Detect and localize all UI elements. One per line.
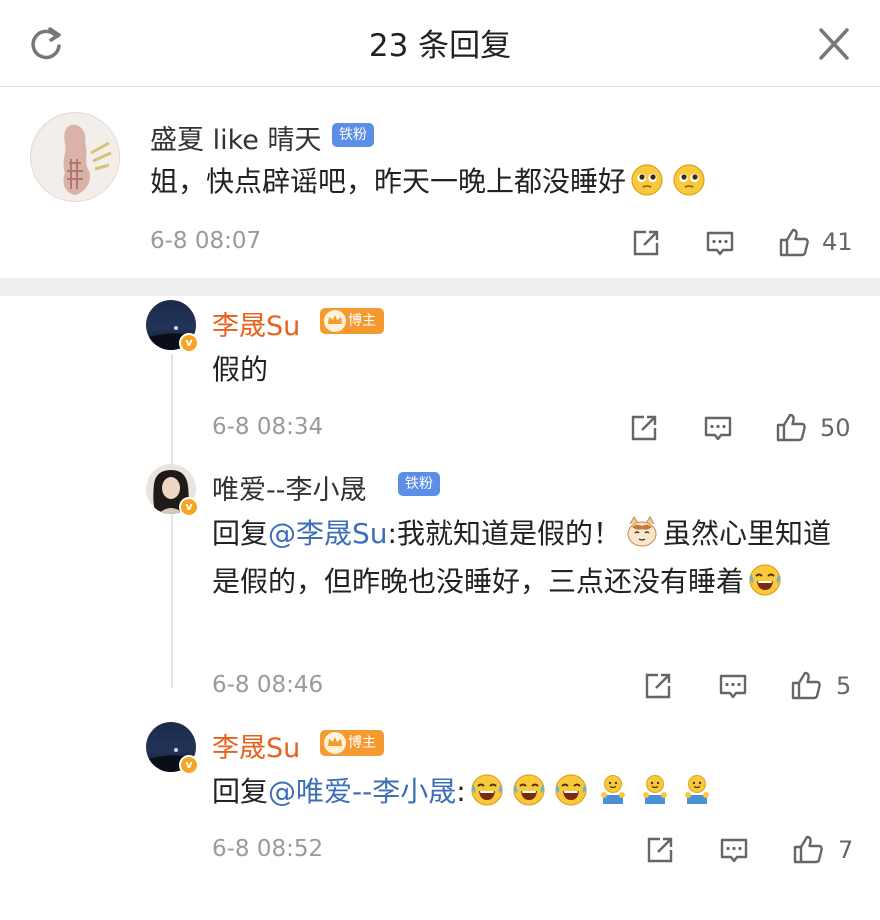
host-badge: 博主: [320, 308, 384, 334]
hug-emoji: [680, 773, 714, 807]
hug-emoji: [638, 773, 672, 807]
like-count: 5: [836, 672, 852, 700]
reply-text: 回复@李晟Su:我就知道是假的！ 虽然心里知道是假的，但昨晚也没睡好，三点还没有睡…: [212, 515, 831, 598]
mention-link[interactable]: @唯爱--李小晟: [268, 775, 456, 808]
comment-icon[interactable]: [718, 834, 750, 866]
share-icon[interactable]: [642, 670, 674, 702]
pray-emoji: [630, 163, 664, 197]
reply-prefix: 回复: [212, 775, 269, 808]
share-icon[interactable]: [630, 227, 662, 259]
avatar[interactable]: [30, 112, 120, 202]
thread-line: [171, 354, 173, 688]
timestamp: 6-8 08:34: [212, 414, 324, 440]
mention-link[interactable]: @李晟Su: [268, 517, 388, 550]
fan-badge: 铁粉: [398, 472, 440, 496]
timestamp: 6-8 08:52: [212, 836, 324, 862]
fan-badge: 铁粉: [332, 123, 374, 147]
like-count: 50: [820, 414, 851, 442]
like-icon[interactable]: [778, 226, 810, 258]
reply-text: 假的: [212, 353, 269, 386]
comment-icon[interactable]: [717, 670, 749, 702]
hug-emoji: [596, 773, 630, 807]
comment-text-body: 姐，快点辟谣吧，昨天一晚上都没睡好: [150, 165, 627, 198]
reply-author[interactable]: 唯爱--李小晟: [212, 468, 367, 507]
laugh-cry-emoji: [748, 563, 782, 597]
laugh-cry-emoji: [470, 773, 504, 807]
comment-author[interactable]: 盛夏 like 晴天: [150, 118, 321, 157]
comment-text: 姐，快点辟谣吧，昨天一晚上都没睡好: [150, 158, 850, 206]
like-icon[interactable]: [775, 411, 807, 443]
like-icon[interactable]: [790, 669, 822, 701]
like-count: 7: [838, 836, 854, 864]
verified-badge-icon: v: [179, 497, 199, 517]
laugh-cry-emoji: [554, 773, 588, 807]
timestamp: 6-8 08:46: [212, 672, 324, 698]
pray-emoji: [672, 163, 706, 197]
close-icon[interactable]: [812, 24, 856, 64]
reply-author[interactable]: 李晟Su: [212, 726, 300, 765]
host-badge: 博主: [320, 730, 384, 756]
cat-emoji: [625, 515, 659, 549]
reply-author[interactable]: 李晟Su: [212, 304, 300, 343]
comment-icon[interactable]: [702, 412, 734, 444]
laugh-cry-emoji: [512, 773, 546, 807]
timestamp: 6-8 08:07: [150, 228, 262, 254]
header: 23 条回复: [0, 0, 880, 87]
like-icon[interactable]: [792, 833, 824, 865]
section-divider: [0, 278, 880, 296]
reply-text: 回复@唯爱--李小晟:: [212, 768, 852, 816]
comment-icon[interactable]: [704, 227, 736, 259]
like-count: 41: [822, 228, 853, 256]
crown-icon: [324, 310, 346, 332]
verified-badge-icon: v: [179, 755, 199, 775]
reply-prefix: 回复: [212, 517, 269, 550]
page-title: 23 条回复: [368, 28, 512, 64]
verified-badge-icon: v: [179, 333, 199, 353]
share-icon[interactable]: [628, 412, 660, 444]
share-icon[interactable]: [644, 834, 676, 866]
crown-icon: [324, 732, 346, 754]
